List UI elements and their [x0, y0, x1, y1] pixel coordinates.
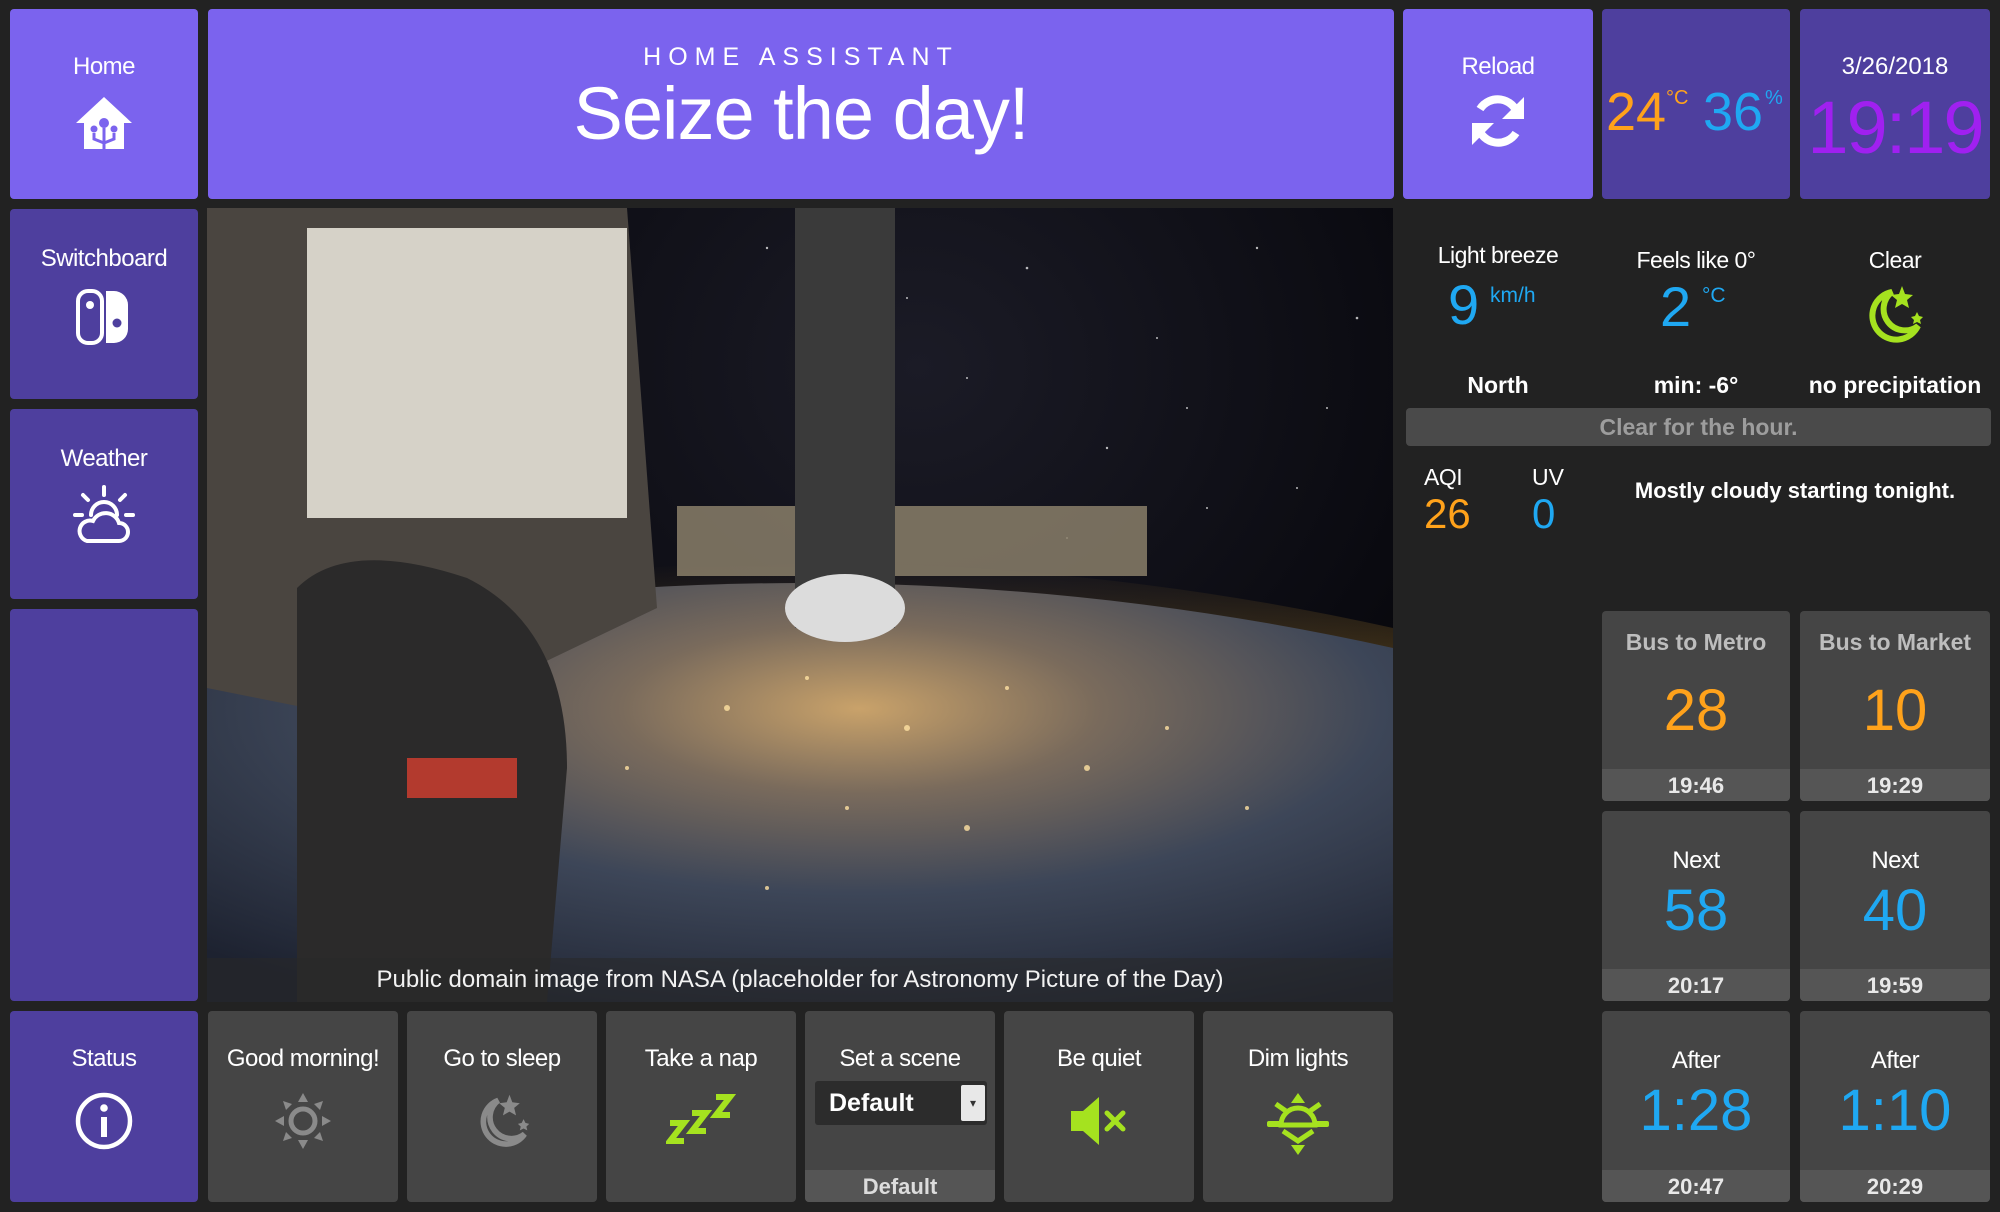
switch-controller-icon	[74, 287, 134, 352]
nav-switchboard-tile[interactable]: Switchboard	[10, 209, 198, 399]
bus-departure-time: 19:46	[1602, 769, 1790, 801]
set-a-scene-tile: Set a scene Default ▾ Default	[805, 1011, 995, 1202]
bus-title: After	[1671, 1047, 1721, 1074]
clock-date: 3/26/2018	[1841, 53, 1949, 80]
aqi-value: 26	[1424, 490, 1471, 537]
climate-tile: 24 °C 36 %	[1602, 9, 1790, 199]
bus-minutes: 58	[1663, 878, 1729, 943]
clock-tile: 3/26/2018 19:19	[1800, 9, 1990, 199]
bus-title: Bus to Metro	[1625, 629, 1767, 655]
bus-tile-market[interactable]: Bus to Market 10 19:29	[1800, 611, 1990, 801]
zzz-icon	[663, 1091, 737, 1152]
nav-status-label: Status	[71, 1045, 137, 1072]
action-label: Go to sleep	[443, 1045, 561, 1072]
bus-minutes: 1:10	[1838, 1078, 1952, 1143]
humidity-unit: %	[1765, 87, 1783, 109]
app-name: HOME ASSISTANT	[643, 43, 959, 71]
bus-departure-time: 20:29	[1800, 1170, 1990, 1202]
reload-icon	[1466, 89, 1530, 158]
bus-tile-metro-after[interactable]: After 1:28 20:47	[1602, 1011, 1790, 1202]
aqi-label: AQI	[1424, 464, 1463, 490]
wind-speed: 9	[1448, 273, 1480, 336]
mute-icon	[1067, 1091, 1131, 1156]
nav-home-tile[interactable]: Home	[10, 9, 198, 199]
outdoor-temperature-unit: °C	[1702, 284, 1726, 307]
bus-title: Next	[1871, 847, 1919, 874]
bus-title: Bus to Market	[1818, 629, 1972, 655]
bus-minutes: 1:28	[1639, 1078, 1753, 1143]
action-label: Take a nap	[644, 1045, 758, 1072]
bus-tile-market-after[interactable]: After 1:10 20:29	[1800, 1011, 1990, 1202]
uv-value: 0	[1532, 490, 1556, 537]
min-temperature: min: -6°	[1653, 372, 1739, 398]
action-label: Set a scene	[839, 1045, 961, 1072]
condition-label: Clear	[1868, 247, 1922, 273]
bus-title: Next	[1672, 847, 1720, 874]
bus-departure-time: 19:29	[1800, 769, 1990, 801]
action-label: Good morning!	[226, 1045, 380, 1072]
outdoor-temperature: 2	[1660, 275, 1692, 338]
photo-caption: Public domain image from NASA (placehold…	[207, 958, 1393, 1002]
home-assistant-icon	[72, 95, 136, 156]
scene-footer: Default	[805, 1170, 995, 1202]
bus-minutes: 10	[1862, 678, 1928, 743]
action-label: Dim lights	[1247, 1045, 1349, 1072]
info-icon	[74, 1091, 134, 1156]
scene-select-value: Default	[829, 1089, 914, 1117]
forecast-text: Mostly cloudy starting tonight.	[1634, 478, 1956, 503]
temperature-unit: °C	[1666, 87, 1689, 109]
bus-departure-time: 20:47	[1602, 1170, 1790, 1202]
precipitation-status: no precipitation	[1808, 372, 1982, 398]
clock-time: 19:19	[1807, 86, 1984, 169]
dim-lights-icon	[1265, 1091, 1331, 1162]
feels-like-label: Feels like 0°	[1636, 247, 1756, 273]
reload-button[interactable]: Reload	[1403, 9, 1593, 199]
nav-weather-label: Weather	[60, 445, 148, 472]
nav-empty-tile	[10, 609, 198, 1001]
go-to-sleep-button[interactable]: Go to sleep	[407, 1011, 597, 1202]
bus-minutes: 40	[1862, 878, 1928, 943]
nav-status-tile[interactable]: Status	[10, 1011, 198, 1202]
wind-direction: North	[1467, 372, 1529, 398]
chevron-down-icon[interactable]: ▾	[961, 1085, 985, 1121]
nasa-space-station-image	[207, 208, 1393, 1002]
page-title: Seize the day!	[573, 72, 1030, 155]
partly-cloudy-icon	[71, 483, 137, 554]
moon-stars-icon	[1862, 282, 1926, 351]
bus-tile-metro[interactable]: Bus to Metro 28 19:46	[1602, 611, 1790, 801]
action-label: Be quiet	[1056, 1045, 1142, 1072]
scene-select[interactable]: Default ▾	[815, 1081, 987, 1125]
header-banner: HOME ASSISTANT Seize the day!	[208, 9, 1394, 199]
indoor-temperature: 24	[1606, 82, 1667, 142]
good-morning-button[interactable]: Good morning!	[208, 1011, 398, 1202]
uv-label: UV	[1532, 464, 1564, 490]
indoor-humidity: 36	[1703, 82, 1764, 142]
bus-minutes: 28	[1663, 678, 1729, 743]
moon-icon	[472, 1091, 532, 1156]
bus-departure-time: 20:17	[1602, 969, 1790, 1001]
nav-weather-tile[interactable]: Weather	[10, 409, 198, 599]
sun-icon	[273, 1091, 333, 1156]
astronomy-picture: Public domain image from NASA (placehold…	[207, 208, 1393, 1002]
bus-tile-market-next[interactable]: Next 40 19:59	[1800, 811, 1990, 1001]
nav-switchboard-label: Switchboard	[40, 245, 168, 272]
bus-tile-metro-next[interactable]: Next 58 20:17	[1602, 811, 1790, 1001]
be-quiet-button[interactable]: Be quiet	[1004, 1011, 1194, 1202]
wind-unit: km/h	[1490, 284, 1536, 307]
hourly-summary: Clear for the hour.	[1406, 408, 1991, 446]
wind-label: Light breeze	[1437, 242, 1559, 268]
dim-lights-button[interactable]: Dim lights	[1203, 1011, 1393, 1202]
bus-title: After	[1870, 1047, 1920, 1074]
reload-label: Reload	[1461, 53, 1535, 80]
nav-home-label: Home	[72, 53, 136, 80]
take-a-nap-button[interactable]: Take a nap	[606, 1011, 796, 1202]
bus-departure-time: 19:59	[1800, 969, 1990, 1001]
